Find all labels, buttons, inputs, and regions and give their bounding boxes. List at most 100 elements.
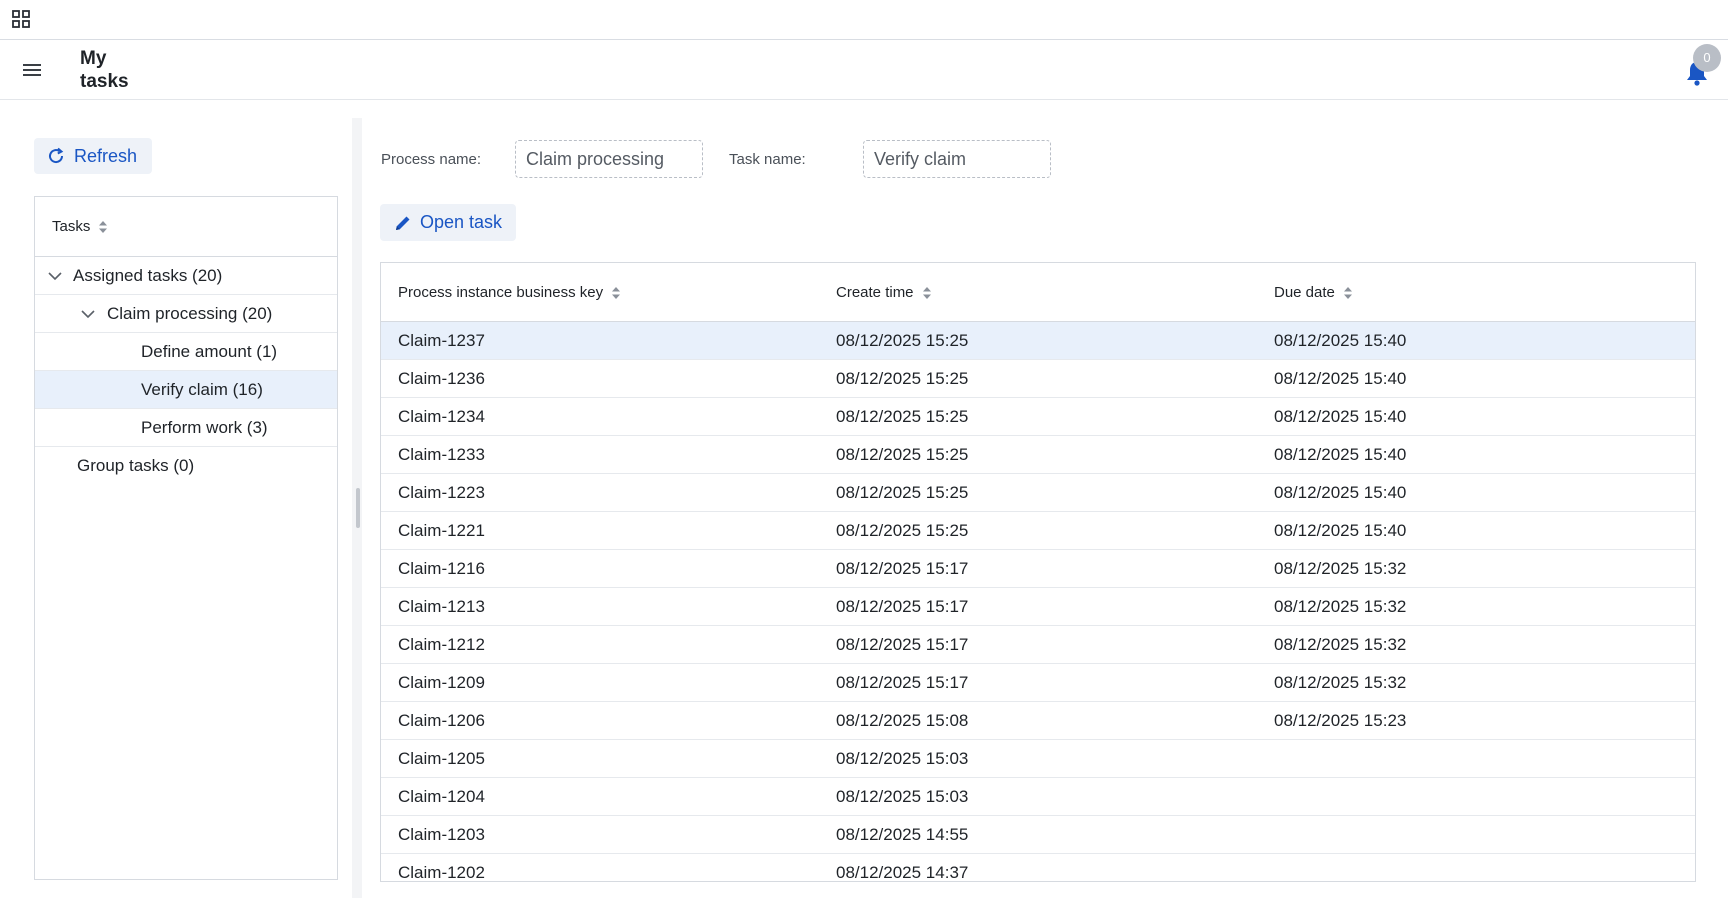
split-panel-handle[interactable]	[356, 488, 360, 528]
chevron-down-icon[interactable]	[80, 306, 96, 322]
table-row[interactable]: Claim-1223 08/12/2025 15:25 08/12/2025 15:…	[381, 474, 1695, 512]
cell-create-time: 08/12/2025 15:17	[836, 635, 969, 654]
cell-create-time: 08/12/2025 15:25	[836, 483, 969, 502]
cell-due-date: 08/12/2025 15:40	[1274, 483, 1407, 502]
column-header-create-time[interactable]: Create time	[836, 263, 932, 322]
task-tree-panel: Refresh Tasks Assigned tasks (20) Claim …	[34, 138, 338, 882]
app-header: My tasks 0	[0, 40, 1728, 100]
tree-item-label: Group tasks (0)	[77, 456, 195, 475]
cell-due-date: 08/12/2025 15:32	[1274, 635, 1407, 654]
table-row[interactable]: Claim-1213 08/12/2025 15:17 08/12/2025 15:…	[381, 588, 1695, 626]
table-row[interactable]: Claim-1237 08/12/2025 15:25 08/12/2025 15:…	[381, 322, 1695, 360]
notification-count-badge: 0	[1693, 44, 1721, 72]
cell-create-time: 08/12/2025 15:08	[836, 711, 969, 730]
cell-create-time: 08/12/2025 15:25	[836, 369, 969, 388]
column-header-label: Process instance business key	[398, 284, 604, 301]
cell-due-date: 08/12/2025 15:40	[1274, 369, 1407, 388]
refresh-button-label: Refresh	[74, 145, 138, 166]
column-header-label: Create time	[836, 284, 914, 301]
open-task-button[interactable]: Open task	[380, 204, 517, 241]
tree-item-label: Perform work (3)	[141, 417, 268, 437]
table-row[interactable]: Claim-1233 08/12/2025 15:25 08/12/2025 15:…	[381, 436, 1695, 474]
refresh-button[interactable]: Refresh	[34, 138, 153, 174]
cell-business-key: Claim-1203	[398, 825, 485, 844]
tree-item-label: Define amount (1)	[141, 341, 278, 361]
process-name-label: Process name:	[381, 151, 482, 168]
table-row[interactable]: Claim-1221 08/12/2025 15:25 08/12/2025 15:…	[381, 512, 1695, 550]
table-row[interactable]: Claim-1203 08/12/2025 14:55	[381, 816, 1695, 854]
chevron-down-icon[interactable]	[47, 268, 63, 284]
tree-item-perform-work[interactable]: Perform work (3)	[35, 409, 337, 447]
sort-icon	[922, 286, 931, 299]
cell-create-time: 08/12/2025 15:25	[836, 521, 969, 540]
cell-business-key: Claim-1233	[398, 445, 485, 464]
cell-due-date: 08/12/2025 15:40	[1274, 407, 1407, 426]
table-row[interactable]: Claim-1216 08/12/2025 15:17 08/12/2025 15:…	[381, 550, 1695, 588]
column-header-due-date[interactable]: Due date	[1274, 263, 1353, 322]
cell-create-time: 08/12/2025 15:03	[836, 749, 969, 768]
cell-create-time: 08/12/2025 14:37	[836, 863, 969, 882]
tree-item-claim-processing[interactable]: Claim processing (20)	[35, 295, 337, 333]
cell-create-time: 08/12/2025 15:25	[836, 407, 969, 426]
tree-header-label: Tasks	[52, 218, 91, 235]
sort-icon	[1343, 286, 1352, 299]
cell-business-key: Claim-1204	[398, 787, 485, 806]
page-title: My tasks	[80, 48, 129, 92]
table-row[interactable]: Claim-1234 08/12/2025 15:25 08/12/2025 15:…	[381, 398, 1695, 436]
column-header-business-key[interactable]: Process instance business key	[398, 263, 621, 322]
cell-due-date: 08/12/2025 15:32	[1274, 597, 1407, 616]
tree-item-label: Assigned tasks (20)	[73, 265, 223, 285]
hamburger-menu-icon[interactable]	[20, 58, 44, 82]
cell-create-time: 08/12/2025 15:17	[836, 559, 969, 578]
sort-icon	[99, 220, 108, 233]
table-row[interactable]: Claim-1209 08/12/2025 15:17 08/12/2025 15:…	[381, 664, 1695, 702]
tree-item-assigned-tasks[interactable]: Assigned tasks (20)	[35, 257, 337, 295]
pencil-icon	[396, 216, 410, 230]
cell-create-time: 08/12/2025 15:25	[836, 445, 969, 464]
table-row[interactable]: Claim-1204 08/12/2025 15:03	[381, 778, 1695, 816]
tree-item-label: Claim processing (20)	[107, 303, 273, 323]
process-name-field[interactable]	[515, 140, 703, 178]
refresh-icon	[49, 147, 64, 164]
cell-business-key: Claim-1206	[398, 711, 485, 730]
tree-item-define-amount[interactable]: Define amount (1)	[35, 333, 337, 371]
top-bar	[0, 0, 1728, 40]
cell-business-key: Claim-1234	[398, 407, 485, 426]
cell-create-time: 08/12/2025 15:03	[836, 787, 969, 806]
open-task-label: Open task	[420, 212, 503, 232]
table-row[interactable]: Claim-1202 08/12/2025 14:37	[381, 854, 1695, 882]
tree-column-header[interactable]: Tasks	[35, 197, 337, 257]
cell-create-time: 08/12/2025 14:55	[836, 825, 969, 844]
cell-due-date: 08/12/2025 15:23	[1274, 711, 1407, 730]
tree-item-verify-claim[interactable]: Verify claim (16)	[35, 371, 337, 409]
apps-grid-icon[interactable]	[12, 10, 30, 28]
cell-business-key: Claim-1205	[398, 749, 485, 768]
cell-due-date: 08/12/2025 15:40	[1274, 445, 1407, 464]
cell-due-date: 08/12/2025 15:40	[1274, 521, 1407, 540]
task-name-field[interactable]	[863, 140, 1051, 178]
table-row[interactable]: Claim-1206 08/12/2025 15:08 08/12/2025 15:…	[381, 702, 1695, 740]
cell-business-key: Claim-1221	[398, 521, 485, 540]
cell-business-key: Claim-1213	[398, 597, 485, 616]
column-header-label: Due date	[1274, 284, 1335, 301]
cell-business-key: Claim-1236	[398, 369, 485, 388]
cell-due-date: 08/12/2025 15:40	[1274, 331, 1407, 350]
table-body: Claim-1237 08/12/2025 15:25 08/12/2025 15:…	[381, 322, 1695, 882]
tree-item-label: Verify claim (16)	[141, 379, 263, 399]
cell-due-date: 08/12/2025 15:32	[1274, 559, 1407, 578]
task-tree: Tasks Assigned tasks (20) Claim processi…	[34, 196, 338, 880]
tasks-table: Process instance business key Create tim…	[380, 262, 1696, 882]
table-row[interactable]: Claim-1212 08/12/2025 15:17 08/12/2025 15:…	[381, 626, 1695, 664]
cell-create-time: 08/12/2025 15:25	[836, 331, 969, 350]
table-row[interactable]: Claim-1205 08/12/2025 15:03	[381, 740, 1695, 778]
cell-create-time: 08/12/2025 15:17	[836, 673, 969, 692]
cell-business-key: Claim-1202	[398, 863, 485, 882]
cell-business-key: Claim-1223	[398, 483, 485, 502]
cell-create-time: 08/12/2025 15:17	[836, 597, 969, 616]
task-name-label: Task name:	[729, 151, 806, 168]
cell-business-key: Claim-1237	[398, 331, 485, 350]
cell-business-key: Claim-1216	[398, 559, 485, 578]
tree-item-group-tasks[interactable]: Group tasks (0)	[35, 447, 337, 485]
cell-business-key: Claim-1212	[398, 635, 485, 654]
table-row[interactable]: Claim-1236 08/12/2025 15:25 08/12/2025 15:…	[381, 360, 1695, 398]
